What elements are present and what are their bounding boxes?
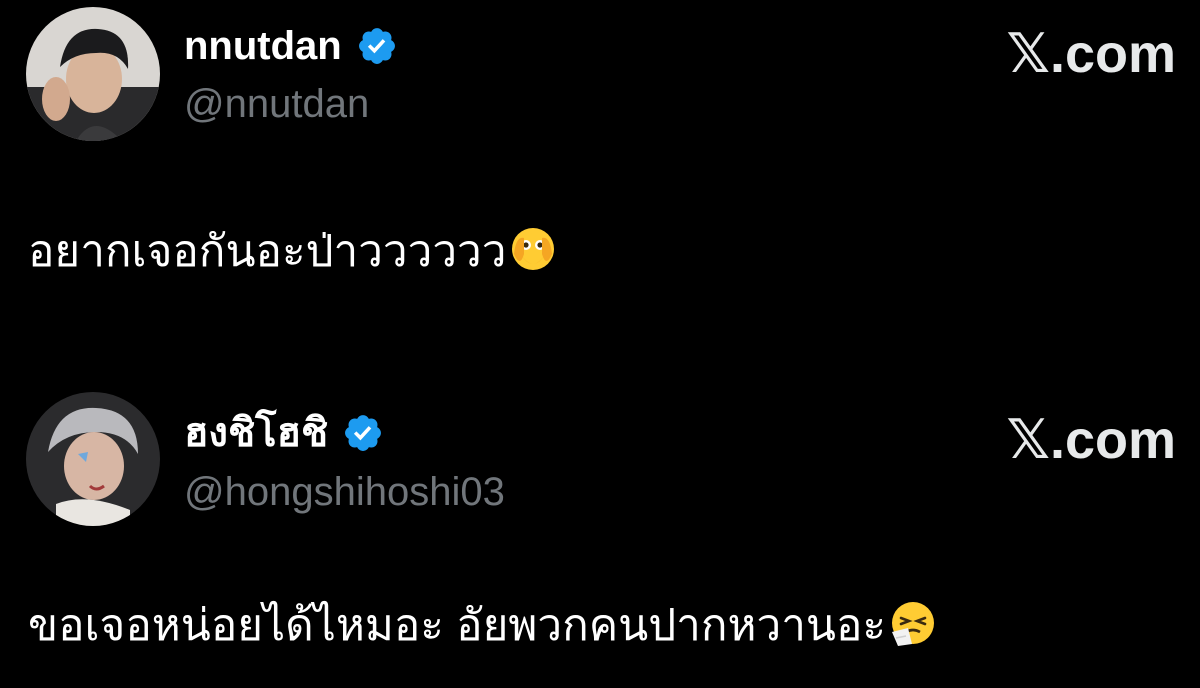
avatar-photo-nnutdan [26, 7, 160, 141]
sneezing-face-emoji-icon [888, 598, 938, 648]
x-com-logo: 𝕏.com [1006, 410, 1176, 470]
tweet-text-body: อยากเจอกันอะป่าวววววว [28, 227, 507, 276]
x-com-logo: 𝕏.com [1006, 24, 1176, 84]
tweet-card-1: nnutdan @nnutdan 𝕏.com อยากเจอกันอะป่าวว… [0, 0, 1200, 344]
display-name[interactable]: ฮงชิโฮชิ [184, 409, 328, 457]
verified-badge-icon [358, 28, 395, 64]
user-handle[interactable]: @nnutdan [184, 80, 369, 128]
author-name-row: ฮงชิโฮชิ [184, 409, 384, 457]
tweet-text-body: ขอเจอหน่อยได้ไหมอะ อัยพวกคนปากหวานอะ [28, 601, 887, 650]
verified-badge-icon [345, 415, 382, 451]
tweet-card-2: ฮงชิโฮชิ @hongshihoshi03 𝕏.com ขอเจอหน่อ… [0, 388, 1200, 688]
tweet-text: อยากเจอกันอะป่าวววววว [28, 222, 558, 282]
avatar[interactable] [26, 7, 160, 141]
face-hand-over-mouth-emoji-icon [508, 224, 558, 274]
avatar[interactable] [26, 392, 160, 526]
avatar-photo-hongshihoshi03 [26, 392, 160, 526]
user-handle[interactable]: @hongshihoshi03 [184, 468, 505, 516]
tweet-text: ขอเจอหน่อยได้ไหมอะ อัยพวกคนปากหวานอะ [28, 596, 938, 656]
author-name-row: nnutdan [184, 22, 398, 70]
display-name[interactable]: nnutdan [184, 22, 342, 70]
